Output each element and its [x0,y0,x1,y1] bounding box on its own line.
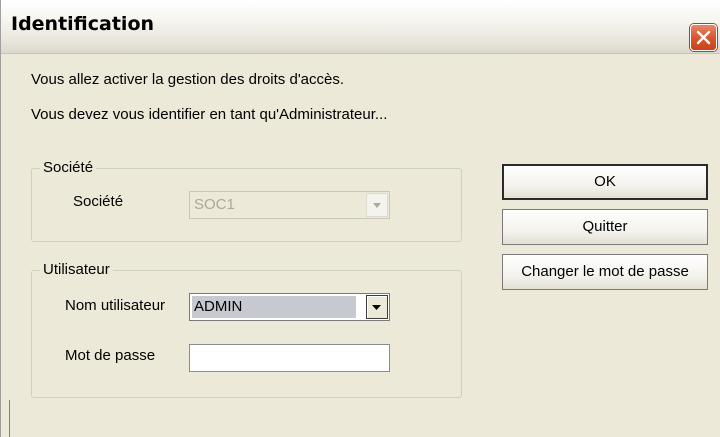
identification-dialog: Identification Vous allez activer la ges… [0,0,720,437]
societe-field-label: Société [73,193,124,210]
change-password-button[interactable]: Changer le mot de passe [502,254,708,290]
password-label: Mot de passe [65,347,156,364]
chevron-down-icon [372,305,381,310]
message-line-1: Vous allez activer la gestion des droits… [31,71,345,88]
close-x-icon [696,30,711,45]
left-edge-divider [9,400,10,437]
societe-group-legend: Société [40,159,97,176]
quit-button[interactable]: Quitter [502,209,708,245]
ok-button[interactable]: OK [502,164,708,200]
username-select-value: ADMIN [194,298,243,315]
username-label: Nom utilisateur [65,297,166,314]
password-field[interactable] [189,344,390,372]
societe-dropdown-button[interactable] [366,193,388,217]
chevron-down-icon [373,203,381,208]
societe-select-value: SOC1 [194,196,235,213]
title-bar[interactable]: Identification [1,0,720,54]
utilisateur-group-legend: Utilisateur [40,261,113,278]
close-button[interactable] [690,24,717,51]
username-dropdown-button[interactable] [366,295,388,319]
message-line-2: Vous devez vous identifier en tant qu'Ad… [31,106,388,123]
societe-select[interactable]: SOC1 [189,191,390,219]
username-select[interactable]: ADMIN [189,293,390,321]
window-title: Identification [11,13,155,35]
utilisateur-groupbox: Utilisateur [31,261,462,398]
